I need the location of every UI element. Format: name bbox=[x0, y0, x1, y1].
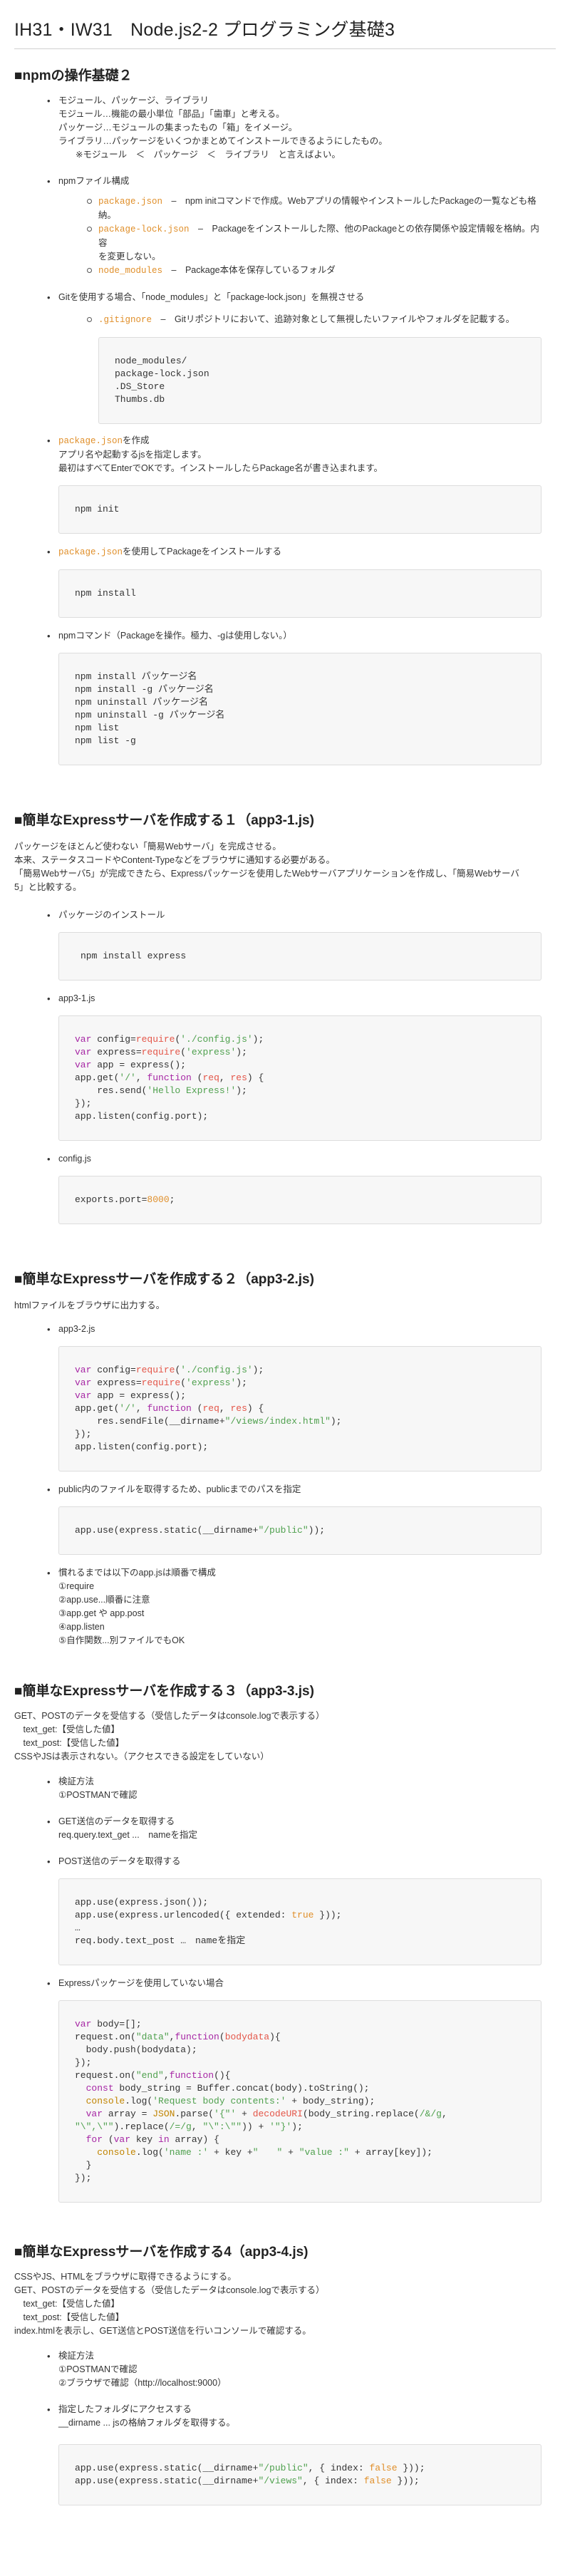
code-npm-commands: npm install パッケージ名 npm install -g パッケージ名… bbox=[58, 653, 542, 765]
bullet-post-data: POST送信のデータを取得する bbox=[14, 1855, 556, 1868]
sub-gitignore: .gitignore – Gitリポジトリにおいて、追跡対象として無視したいファ… bbox=[14, 313, 556, 327]
section-heading: ■npmの操作基礎２ bbox=[14, 68, 133, 83]
code-config-js: exports.port=8000; bbox=[58, 1176, 542, 1224]
code-static-public: app.use(express.static(__dirname+"/publi… bbox=[58, 1506, 542, 1555]
page-title: IH31・IW31 Node.js2-2 プログラミング基礎3 bbox=[14, 16, 556, 49]
bullet-install-from-package: package.jsonを使用してPackageをインストールする bbox=[14, 545, 556, 559]
sub-package-json: package.json – npm initコマンドで作成。Webアプリの情報… bbox=[14, 195, 556, 222]
code-npm-init: npm init bbox=[58, 485, 542, 534]
section-heading: ■簡単なExpressサーバを作成する３（app3-3.js) bbox=[14, 1684, 314, 1699]
bullet-verify: 検証方法 ①POSTMANで確認 ②ブラウザで確認（http://localho… bbox=[14, 2349, 556, 2390]
bullet-modules: モジュール、パッケージ、ライブラリ モジュール…機能の最小単位「部品」「歯車」と… bbox=[14, 94, 556, 162]
bullet-git: Gitを使用する場合、「node_modules」と「package-lock.… bbox=[14, 291, 556, 304]
bullet-get-data: GET送信のデータを取得する req.query.text_get ... na… bbox=[14, 1815, 556, 1842]
bullet-npm-commands: npmコマンド（Packageを操作。極力、-gは使用しない。） bbox=[14, 629, 556, 643]
code-app3-1: var config=require('./config.js'); var e… bbox=[58, 1015, 542, 1141]
bullet-verify: 検証方法 ①POSTMANで確認 bbox=[14, 1775, 556, 1802]
section-express-1: ■簡単なExpressサーバを作成する１（app3-1.js) パッケージをほと… bbox=[14, 809, 556, 1224]
code-no-express: var body=[]; request.on("data",function(… bbox=[58, 2000, 542, 2203]
code-app3-2: var config=require('./config.js'); var e… bbox=[58, 1346, 542, 1471]
section-express-3: ■簡単なExpressサーバを作成する３（app3-3.js) GET、POST… bbox=[14, 1680, 556, 2203]
code-static-folders: app.use(express.static(__dirname+"/publi… bbox=[58, 2444, 542, 2505]
section-npm-basics: ■npmの操作基礎２ モジュール、パッケージ、ライブラリ モジュール…機能の最小… bbox=[14, 65, 556, 765]
code-install-express: npm install express bbox=[58, 932, 542, 981]
bullet-create-package-json: package.jsonを作成 アプリ名や起動するjsを指定します。 最初はすべ… bbox=[14, 434, 556, 475]
section-heading: ■簡単なExpressサーバを作成する２（app3-2.js) bbox=[14, 1272, 314, 1287]
bullet-app-order: 慣れるまでは以下のapp.jsは順番で構成 ①require ②app.use.… bbox=[14, 1566, 556, 1647]
code-post-data: app.use(express.json()); app.use(express… bbox=[58, 1878, 542, 1965]
bullet-app3-2: app3-2.js bbox=[14, 1323, 556, 1336]
code-gitignore: node_modules/ package-lock.json .DS_Stor… bbox=[98, 337, 542, 424]
sub-package-lock: package-lock.json – Packageをインストールした際、他の… bbox=[14, 222, 556, 264]
bullet-app3-1: app3-1.js bbox=[14, 992, 556, 1005]
code-npm-install: npm install bbox=[58, 569, 542, 618]
section-heading: ■簡単なExpressサーバを作成する4（app3-4.js) bbox=[14, 2245, 309, 2260]
document: IH31・IW31 Node.js2-2 プログラミング基礎3 ■npmの操作基… bbox=[0, 0, 570, 2505]
bullet-folder-access: 指定したフォルダにアクセスする __dirname ... jsの格納フォルダを… bbox=[14, 2403, 556, 2430]
section-express-4: ■簡単なExpressサーバを作成する4（app3-4.js) CSSやJS、H… bbox=[14, 2241, 556, 2505]
sub-node-modules: node_modules – Package本体を保存しているフォルダ bbox=[14, 264, 556, 278]
bullet-npm-files: npmファイル構成 bbox=[14, 175, 556, 188]
section-heading: ■簡単なExpressサーバを作成する１（app3-1.js) bbox=[14, 813, 314, 828]
bullet-public-path: public内のファイルを取得するため、publicまでのパスを指定 bbox=[14, 1483, 556, 1496]
bullet-config-js: config.js bbox=[14, 1152, 556, 1166]
bullet-no-express: Expressパッケージを使用していない場合 bbox=[14, 1977, 556, 1990]
bullet-package-install: パッケージのインストール bbox=[14, 909, 556, 922]
section-express-2: ■簡単なExpressサーバを作成する２（app3-2.js) htmlファイル… bbox=[14, 1268, 556, 1647]
